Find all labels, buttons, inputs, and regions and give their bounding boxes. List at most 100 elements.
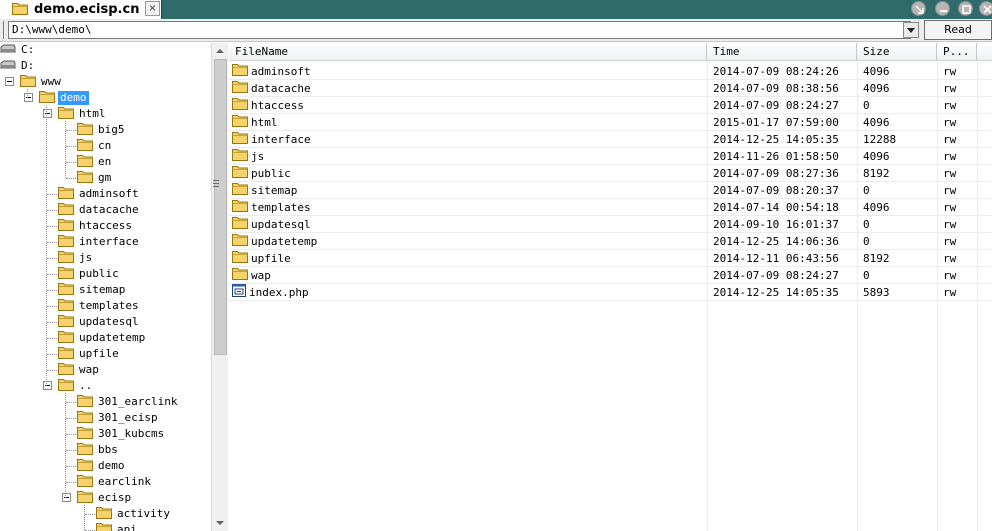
file-row[interactable]: templates 2014-07-14 00:54:18 4096 rw (229, 199, 992, 216)
file-row[interactable]: html 2015-01-17 07:59:00 4096 rw (229, 114, 992, 131)
tree-item[interactable]: ecisp (77, 491, 133, 505)
tree-item-label: interface (79, 235, 139, 248)
tree-item[interactable]: wap (58, 363, 101, 377)
tree-item-label: big5 (98, 123, 125, 136)
tree-item[interactable]: bbs (77, 443, 120, 457)
file-name: sitemap (251, 184, 298, 197)
tree-item[interactable]: js (58, 251, 94, 265)
file-row[interactable]: sitemap 2014-07-09 08:20:37 0 rw (229, 182, 992, 199)
tree-item[interactable]: 301_earclink (77, 395, 179, 409)
tree-item[interactable]: demo (39, 91, 89, 105)
tree-item-label: en (98, 155, 112, 168)
splitter-grip-icon[interactable] (213, 180, 219, 192)
tree-item[interactable]: C: (0, 43, 36, 57)
tree-connector (66, 402, 76, 403)
tree-item[interactable]: interface (58, 235, 141, 249)
file-row[interactable]: interface 2014-12-25 14:05:35 12288 rw (229, 131, 992, 148)
scroll-up-arrow-icon[interactable] (212, 43, 228, 59)
tree-item[interactable]: datacache (58, 203, 141, 217)
folder-icon (77, 442, 93, 458)
tree-scrollbar[interactable] (211, 43, 228, 531)
site-tab[interactable]: demo.ecisp.cn × (0, 0, 162, 19)
tree-item[interactable]: api (96, 523, 139, 531)
tree-item-label: earclink (98, 475, 151, 488)
folder-icon (232, 63, 248, 80)
tree-item[interactable]: sitemap (58, 283, 127, 297)
file-row[interactable]: updatetemp 2014-12-25 14:06:36 0 rw (229, 233, 992, 250)
read-button[interactable]: Read (924, 20, 992, 40)
collapse-toggle-icon[interactable] (62, 493, 71, 502)
file-row[interactable]: index.php 2014-12-25 14:05:35 5893 rw (229, 284, 992, 301)
tree-item-label: sitemap (79, 283, 126, 296)
tree-item[interactable]: public (58, 267, 121, 281)
collapse-toggle-icon[interactable] (5, 77, 14, 86)
file-time: 2014-07-09 08:38:56 (713, 82, 839, 95)
tree-item[interactable]: gm (77, 171, 113, 185)
file-row[interactable]: updatesql 2014-09-10 16:01:37 0 rw (229, 216, 992, 233)
file-row[interactable]: js 2014-11-26 01:58:50 4096 rw (229, 148, 992, 165)
folder-icon (58, 330, 74, 346)
tree-item[interactable]: big5 (77, 123, 127, 137)
tree-item-label: 301_ecisp (98, 411, 158, 424)
path-input[interactable]: D:\www\demo\ (8, 21, 911, 39)
file-row[interactable]: upfile 2014-12-11 06:43:56 8192 rw (229, 250, 992, 267)
tree-item[interactable]: en (77, 155, 113, 169)
column-header-size[interactable]: Size (857, 43, 937, 61)
tab-close-button[interactable]: × (145, 1, 160, 16)
tree-item[interactable]: D: (0, 59, 36, 73)
tree-connector (47, 290, 57, 291)
tree-item-label: gm (98, 171, 112, 184)
tree-item[interactable]: earclink (77, 475, 153, 489)
tree-item[interactable]: adminsoft (58, 187, 141, 201)
collapse-toggle-icon[interactable] (43, 109, 52, 118)
folder-icon (77, 410, 93, 426)
tree-item-label: public (79, 267, 119, 280)
scroll-down-arrow-icon[interactable] (212, 515, 228, 531)
tree-item[interactable]: 301_ecisp (77, 411, 160, 425)
tree-connector (66, 178, 76, 179)
tree-item[interactable]: templates (58, 299, 141, 313)
folder-icon (232, 131, 248, 148)
file-list: FileName Time Size P... adminsoft 2014-07… (229, 43, 992, 531)
file-time: 2014-12-25 14:05:35 (713, 286, 839, 299)
tree-item[interactable]: htaccess (58, 219, 134, 233)
column-header-permission[interactable]: P... (937, 43, 977, 61)
tree-item[interactable]: updatesql (58, 315, 141, 329)
file-name: wap (251, 269, 271, 282)
file-row[interactable]: htaccess 2014-07-09 08:24:27 0 rw (229, 97, 992, 114)
file-size: 4096 (863, 116, 890, 129)
collapse-toggle-icon[interactable] (24, 93, 33, 102)
minimize-icon[interactable] (935, 1, 950, 16)
maximize-icon[interactable] (958, 1, 973, 16)
folder-icon (58, 234, 74, 250)
file-row[interactable]: public 2014-07-09 08:27:36 8192 rw (229, 165, 992, 182)
tree-item[interactable]: www (20, 75, 63, 89)
tree-item[interactable]: 301_kubcms (77, 427, 166, 441)
column-header-time[interactable]: Time (707, 43, 857, 61)
scroll-thumb[interactable] (214, 59, 227, 355)
close-icon[interactable] (979, 1, 992, 16)
tree-item[interactable]: .. (58, 379, 94, 393)
tree-item-label: cn (98, 139, 112, 152)
folder-icon (58, 346, 74, 362)
file-time: 2014-07-09 08:27:36 (713, 167, 839, 180)
file-row[interactable]: datacache 2014-07-09 08:38:56 4096 rw (229, 80, 992, 97)
file-row[interactable]: adminsoft 2014-07-09 08:24:26 4096 rw (229, 63, 992, 80)
column-header-filename[interactable]: FileName (229, 43, 707, 61)
file-name-cell: datacache (232, 80, 702, 97)
restore-down-icon[interactable] (911, 1, 926, 16)
file-name-cell: updatetemp (232, 233, 702, 250)
tree-item[interactable]: html (58, 107, 108, 121)
tree-item-label: updatetemp (79, 331, 146, 344)
tree-connector (27, 89, 28, 98)
collapse-toggle-icon[interactable] (43, 381, 52, 390)
tree-item[interactable]: cn (77, 139, 113, 153)
tree-item[interactable]: upfile (58, 347, 121, 361)
path-dropdown-button[interactable] (903, 22, 919, 38)
file-row[interactable]: wap 2014-07-09 08:24:27 0 rw (229, 267, 992, 284)
tree-item[interactable]: updatetemp (58, 331, 147, 345)
tree-item[interactable]: activity (96, 507, 172, 521)
tree-item-label: bbs (98, 443, 118, 456)
tree-item[interactable]: demo (77, 459, 127, 473)
tree-item-label: datacache (79, 203, 139, 216)
